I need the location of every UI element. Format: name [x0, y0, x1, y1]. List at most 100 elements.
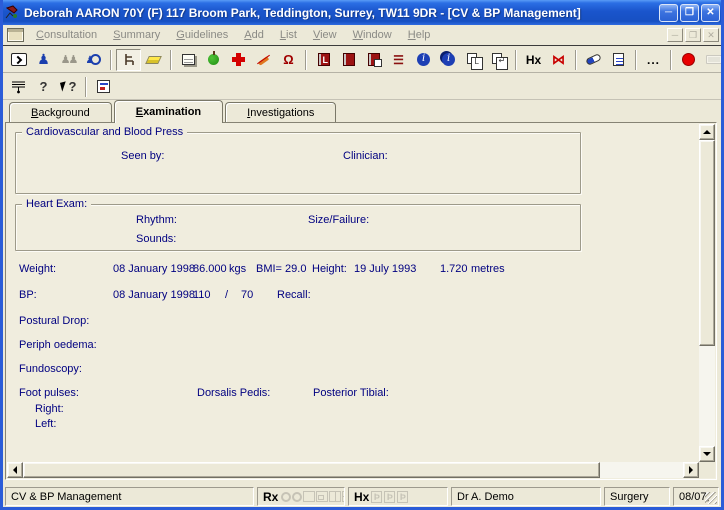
apple-icon: [208, 54, 219, 65]
eraser-button[interactable]: [141, 49, 166, 71]
vertical-scrollbar[interactable]: [699, 124, 715, 462]
information-button[interactable]: [411, 49, 436, 71]
toolbar-separator: [305, 50, 307, 70]
red-book-button[interactable]: [336, 49, 361, 71]
mdi-document-icon[interactable]: [7, 28, 24, 42]
question-icon: ?: [69, 79, 77, 94]
menu-help[interactable]: Help: [400, 27, 439, 43]
diet-button[interactable]: [251, 49, 276, 71]
application-window: Deborah AARON 70Y (F) 117 Broom Park, Te…: [0, 0, 724, 510]
mdi-minimize-button[interactable]: ─: [667, 28, 683, 42]
bow-icon: [552, 52, 565, 68]
layout-icon: [329, 491, 341, 502]
clipboard-icon: [613, 53, 624, 66]
close-button[interactable]: ✕: [701, 4, 720, 22]
tab-strip: Background Examination Investigations: [9, 99, 721, 122]
menu-list[interactable]: List: [272, 27, 305, 43]
heart-exam-groupbox: Heart Exam: Rhythm: Size/Failure: Sounds…: [15, 204, 581, 251]
record-icon: [682, 53, 695, 66]
resize-grip[interactable]: [705, 492, 717, 504]
maximize-button[interactable]: ❐: [680, 4, 699, 22]
menu-consultation[interactable]: Consultation: [28, 27, 105, 43]
page-flip-icon: [397, 491, 408, 503]
cursor-icon: [59, 81, 67, 91]
mdi-close-button[interactable]: ✕: [703, 28, 719, 42]
mdi-restore-button[interactable]: ❐: [685, 28, 701, 42]
consultation-mode-button[interactable]: [116, 49, 141, 71]
menu-view[interactable]: View: [305, 27, 345, 43]
horizontal-scrollbar[interactable]: [7, 462, 699, 478]
height-unit: metres: [471, 263, 505, 275]
history-button[interactable]: Hx: [521, 49, 546, 71]
record-button[interactable]: [676, 49, 701, 71]
more-button[interactable]: ...: [641, 49, 666, 71]
console-icon: [11, 53, 27, 66]
periph-oedema-label: Periph oedema:: [19, 339, 97, 351]
weight-value: 86.000: [193, 263, 227, 275]
help-button[interactable]: ?: [31, 76, 56, 98]
menu-add[interactable]: Add: [236, 27, 272, 43]
medication-button[interactable]: [581, 49, 606, 71]
new-consultation-button[interactable]: [6, 49, 31, 71]
family-button[interactable]: [56, 49, 81, 71]
menu-summary[interactable]: Summary: [105, 27, 168, 43]
title-bar: Deborah AARON 70Y (F) 117 Broom Park, Te…: [0, 0, 724, 25]
status-doctor-panel: Dr A. Demo: [451, 487, 601, 506]
save-information-button[interactable]: [436, 49, 461, 71]
gauge-button[interactable]: [276, 49, 301, 71]
scroll-down-button[interactable]: [699, 446, 715, 462]
copy-pages-l-button[interactable]: [461, 49, 486, 71]
examination-page: Cardiovascular and Blood Press Seen by: …: [7, 124, 699, 462]
cardiovascular-group-title: Cardiovascular and Blood Press: [22, 126, 187, 138]
toolbar-row-1: Hx ...: [3, 47, 721, 73]
healthy-lifestyle-button[interactable]: [201, 49, 226, 71]
sounds-label: Sounds:: [136, 233, 176, 245]
find-patient-button[interactable]: [81, 49, 106, 71]
context-help-button[interactable]: ?: [56, 76, 81, 98]
scrollbar-corner: [699, 462, 715, 478]
keyboard-icon: [706, 55, 722, 64]
tab-examination[interactable]: Examination: [114, 100, 223, 123]
bp-diastolic: 70: [241, 289, 253, 301]
notes-button[interactable]: [176, 49, 201, 71]
page-flip-icon: [371, 491, 382, 503]
scroll-left-button[interactable]: [7, 462, 23, 478]
toolbar-separator: [170, 50, 172, 70]
status-history-panel: Hx: [348, 487, 448, 506]
status-mode-panel: CV & BP Management: [5, 487, 254, 506]
rx-icon: Rx: [263, 490, 278, 504]
menu-window[interactable]: Window: [345, 27, 400, 43]
first-aid-button[interactable]: [226, 49, 251, 71]
copy-pages-icon: [492, 53, 502, 64]
minimize-button[interactable]: ─: [659, 4, 678, 22]
height-date: 19 July 1993: [354, 263, 416, 275]
ledger-book-button[interactable]: [311, 49, 336, 71]
prescription-list-button[interactable]: [606, 49, 631, 71]
patient-icon: [37, 51, 50, 68]
scroll-up-button[interactable]: [699, 124, 715, 140]
horizontal-scroll-thumb[interactable]: [23, 462, 600, 478]
menu-guidelines[interactable]: Guidelines: [168, 27, 236, 43]
status-location-panel: Surgery: [604, 487, 670, 506]
hanging-note-button-2[interactable]: [6, 76, 31, 98]
carrot-icon: [256, 53, 271, 67]
referral-button[interactable]: [546, 49, 571, 71]
vertical-scroll-thumb[interactable]: [699, 140, 715, 346]
tab-background[interactable]: Background: [9, 102, 112, 122]
height-value: 1.720: [440, 263, 468, 275]
layout-icon: [303, 491, 315, 502]
ellipsis-icon: ...: [647, 53, 660, 67]
problem-list-button[interactable]: [386, 49, 411, 71]
scroll-right-button[interactable]: [683, 462, 699, 478]
copy-pages-button[interactable]: [486, 49, 511, 71]
foot-pulses-right-label: Right:: [35, 403, 64, 415]
rhythm-label: Rhythm:: [136, 214, 177, 226]
keyboard-button[interactable]: [701, 49, 724, 71]
tab-investigations[interactable]: Investigations: [225, 102, 336, 122]
form-button[interactable]: [91, 76, 116, 98]
book-exit-button[interactable]: [361, 49, 386, 71]
hx-icon: Hx: [354, 490, 369, 504]
notes-icon: [182, 54, 195, 65]
chair-icon: [122, 53, 136, 67]
select-patient-button[interactable]: [31, 49, 56, 71]
